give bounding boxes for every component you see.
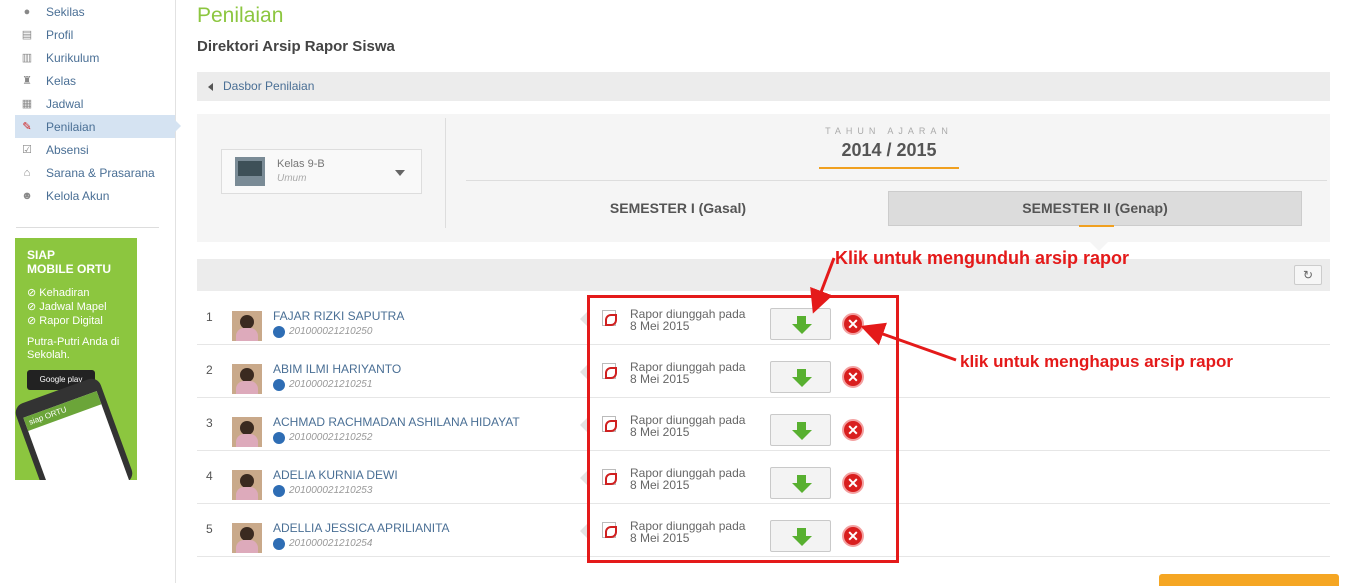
grading-icon: ✎ <box>22 121 32 133</box>
mobile-app-ad[interactable]: SIAP MOBILE ORTU ⊘ Kehadiran ⊘ Jadwal Ma… <box>15 238 137 480</box>
ad-features: ⊘ Kehadiran ⊘ Jadwal Mapel ⊘ Rapor Digit… <box>27 286 125 328</box>
chevron-down-icon <box>395 170 405 176</box>
users-icon: ☻ <box>21 189 33 202</box>
sidebar-nav: ● Sekilas ▤ Profil ▥ Kurikulum ♜ Kelas ▦ Jadw… <box>0 0 181 207</box>
avatar <box>232 417 262 447</box>
student-name[interactable]: ADELLIA JESSICA APRILIANITA <box>273 521 450 535</box>
avatar <box>232 523 262 553</box>
sidebar-item-absensi[interactable]: ☑ Absensi <box>0 138 175 161</box>
sidebar-item-label: Kelola Akun <box>46 188 110 203</box>
refresh-icon: ↻ <box>1302 268 1314 282</box>
sidebar-item-label: Sarana & Prasarana <box>46 165 155 180</box>
row-pointer <box>580 418 587 432</box>
semester-divider <box>466 180 1327 181</box>
student-name[interactable]: ACHMAD RACHMADAN ASHILANA HIDAYAT <box>273 415 520 429</box>
active-tab-indicator <box>1079 225 1114 227</box>
ad-title: SIAP MOBILE ORTU <box>27 248 111 276</box>
ad-feature: ⊘ Rapor Digital <box>27 315 103 327</box>
student-nis: 201000021210250 <box>273 326 372 338</box>
academic-year-label: TAHUN AJARAN <box>825 126 953 136</box>
row-number: 5 <box>206 522 213 536</box>
sidebar-item-kelola-akun[interactable]: ☻ Kelola Akun <box>0 184 175 207</box>
chair-icon: ♜ <box>22 75 32 87</box>
ad-feature: ⊘ Jadwal Mapel <box>27 301 107 313</box>
sidebar-item-label: Jadwal <box>46 96 84 111</box>
annotation-highlight-box <box>587 295 899 563</box>
student-name[interactable]: ABIM ILMI HARIYANTO <box>273 362 401 376</box>
row-pointer <box>580 524 587 538</box>
academic-year: TAHUN AJARAN 2014 / 2015 <box>819 126 959 169</box>
row-number: 2 <box>206 363 213 377</box>
student-name[interactable]: FAJAR RIZKI SAPUTRA <box>273 309 404 323</box>
phone-screen: siap ORTU <box>23 391 130 480</box>
academic-year-value[interactable]: 2014 / 2015 <box>819 140 959 169</box>
sidebar-item-jadwal[interactable]: ▦ Jadwal <box>0 92 175 115</box>
student-nis: 201000021210252 <box>273 432 372 444</box>
panel-divider <box>445 118 446 228</box>
avatar <box>232 311 262 341</box>
annotation-delete: klik untuk menghapus arsip rapor <box>960 352 1234 371</box>
sidebar-item-label: Penilaian <box>46 119 96 134</box>
phone-app-bar: siap ORTU <box>23 391 102 431</box>
page-subtitle: Direktori Arsip Rapor Siswa <box>197 38 395 55</box>
sidebar-item-kelas[interactable]: ♜ Kelas <box>0 69 175 92</box>
back-arrow-icon <box>208 83 213 91</box>
ad-tagline: Putra-Putri Anda di Sekolah. <box>27 336 120 361</box>
sidebar-item-label: Kelas <box>46 73 77 88</box>
sidebar-item-profil[interactable]: ▤ Profil <box>0 23 175 46</box>
annotation-download: Klik untuk mengunduh arsip rapor <box>835 248 1130 268</box>
breadcrumb-link[interactable]: Dasbor Penilaian <box>223 79 314 93</box>
facility-icon: ⌂ <box>23 166 31 179</box>
sidebar-item-sekilas[interactable]: ● Sekilas <box>0 0 175 23</box>
info-icon: ● <box>23 5 31 18</box>
student-nis: 201000021210254 <box>273 538 372 550</box>
tab-semester-2-label: SEMESTER II (Genap) <box>1022 200 1168 216</box>
class-name: Kelas 9-B <box>277 158 325 170</box>
sidebar: ● Sekilas ▤ Profil ▥ Kurikulum ♜ Kelas ▦ Jadw… <box>0 0 181 583</box>
student-nis: 201000021210253 <box>273 485 372 497</box>
sidebar-item-label: Profil <box>46 27 74 42</box>
row-pointer <box>580 471 587 485</box>
student-name[interactable]: ADELIA KURNIA DEWI <box>273 468 398 482</box>
sidebar-item-sarana[interactable]: ⌂ Sarana & Prasarana <box>0 161 175 184</box>
row-pointer <box>580 365 587 379</box>
list-toolbar: ↻ <box>197 259 1330 291</box>
attendance-icon: ☑ <box>22 144 32 156</box>
tab-semester-2[interactable]: SEMESTER II (Genap) <box>888 191 1302 227</box>
row-number: 1 <box>206 310 213 324</box>
avatar <box>232 470 262 500</box>
student-nis: 201000021210251 <box>273 379 372 391</box>
ad-feature: ⊘ Kehadiran <box>27 287 90 299</box>
schedule-icon: ▦ <box>21 98 33 110</box>
phone-image: siap ORTU <box>15 375 136 480</box>
sidebar-item-label: Sekilas <box>46 4 85 19</box>
curriculum-icon: ▥ <box>21 52 33 64</box>
main-content: Penilaian Direktori Arsip Rapor Siswa Da… <box>197 0 1330 557</box>
sidebar-item-label: Absensi <box>46 142 89 157</box>
profile-icon: ▤ <box>21 29 33 41</box>
breadcrumb[interactable]: Dasbor Penilaian <box>197 72 1330 101</box>
sidebar-divider <box>16 227 159 228</box>
refresh-button[interactable]: ↻ <box>1294 265 1322 285</box>
filter-panel: Kelas 9-B Umum TAHUN AJARAN 2014 / 2015 … <box>197 114 1330 242</box>
avatar <box>232 364 262 394</box>
page-title: Penilaian <box>197 4 284 27</box>
tab-semester-1[interactable]: SEMESTER I (Gasal) <box>473 191 883 226</box>
row-number: 3 <box>206 416 213 430</box>
orange-action-button[interactable] <box>1159 574 1339 586</box>
classroom-icon <box>235 157 265 186</box>
row-number: 4 <box>206 469 213 483</box>
class-type: Umum <box>277 173 307 184</box>
sidebar-item-kurikulum[interactable]: ▥ Kurikulum <box>0 46 175 69</box>
sidebar-item-label: Kurikulum <box>46 50 100 65</box>
class-select[interactable]: Kelas 9-B Umum <box>221 149 422 194</box>
sidebar-item-penilaian[interactable]: ✎ Penilaian <box>15 115 181 138</box>
row-pointer <box>580 312 587 326</box>
